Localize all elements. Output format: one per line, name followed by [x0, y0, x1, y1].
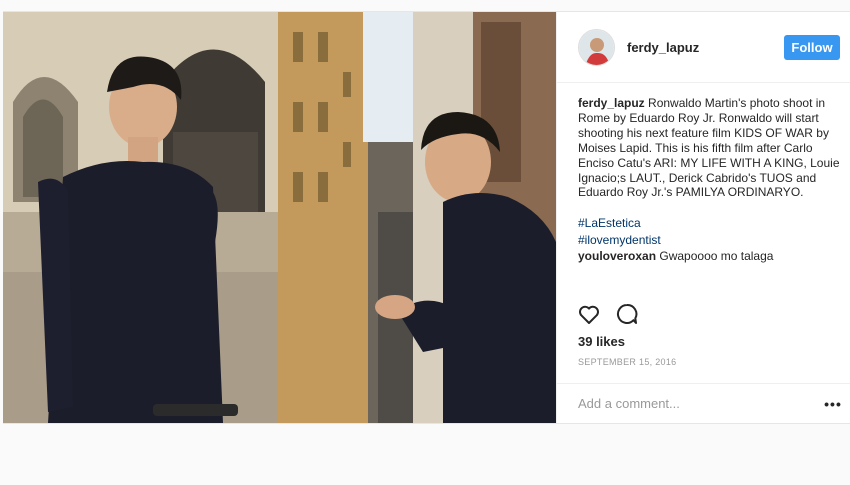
comment-text: Gwapoooo mo talaga [659, 249, 774, 264]
avatar[interactable] [578, 28, 615, 66]
post-date: SEPTEMBER 15, 2016 [578, 357, 677, 367]
hashtag-link[interactable]: #ilovemydentist [578, 232, 842, 249]
post-photo[interactable] [3, 12, 556, 423]
post-header: ferdy_lapuz Follow [557, 12, 850, 83]
caption-text: Ronwaldo Martin's photo shoot in Rome by… [578, 96, 840, 200]
avatar-image [579, 29, 614, 65]
more-options-icon[interactable]: ••• [824, 396, 842, 412]
comment-username[interactable]: youloveroxan [578, 249, 656, 263]
comment-item: youloveroxan Gwapoooo mo talaga [578, 249, 842, 264]
heart-icon[interactable] [577, 302, 601, 326]
caption: ferdy_lapuz Ronwaldo Martin's photo shoo… [578, 96, 842, 200]
hashtag-list: #LaEstetica #ilovemydentist [578, 215, 842, 249]
hashtag-link[interactable]: #LaEstetica [578, 215, 842, 232]
follow-button[interactable]: Follow [784, 34, 840, 60]
add-comment-input[interactable] [578, 396, 824, 411]
comment-icon[interactable] [615, 302, 639, 326]
comments-section[interactable]: ferdy_lapuz Ronwaldo Martin's photo shoo… [578, 96, 842, 292]
instagram-post: ferdy_lapuz Follow ferdy_lapuz Ronwaldo … [3, 11, 850, 424]
add-comment-bar: ••• [557, 383, 850, 423]
post-actions [577, 302, 639, 326]
post-author-username[interactable]: ferdy_lapuz [627, 40, 784, 55]
photo-collage-image [3, 12, 556, 423]
caption-username[interactable]: ferdy_lapuz [578, 96, 645, 110]
like-count[interactable]: 39 likes [578, 334, 625, 349]
post-sidebar: ferdy_lapuz Follow ferdy_lapuz Ronwaldo … [556, 12, 850, 423]
